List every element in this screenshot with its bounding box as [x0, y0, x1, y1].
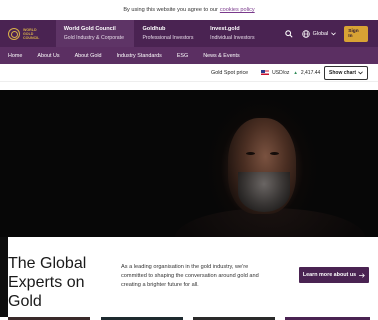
intro-description: As a leading organisation in the gold in… [121, 264, 259, 289]
tab-title: Invest.gold [210, 26, 240, 32]
tab-title: Goldhub [142, 26, 166, 32]
show-chart-label: Show chart [329, 69, 356, 76]
tab-subtitle: Professional Investors [142, 35, 194, 41]
nav-item-about-gold[interactable]: About Gold [75, 53, 102, 59]
chevron-down-icon [331, 31, 337, 35]
nav-item-industry-standards[interactable]: Industry Standards [117, 53, 162, 59]
top-navigation: WORLD GOLD COUNCIL World Gold Council Go… [0, 20, 378, 47]
nav-item-about-us[interactable]: About Us [37, 53, 59, 59]
show-chart-button[interactable]: Show chart [324, 65, 368, 80]
chevron-down-icon [358, 70, 363, 74]
gold-spot-price-label: Gold Spot price [211, 69, 249, 76]
tab-world-gold-council[interactable]: World Gold Council Gold Industry & Corpo… [55, 20, 135, 47]
tab-goldhub[interactable]: Goldhub Professional Investors [134, 20, 202, 47]
region-selector[interactable]: Global [301, 29, 337, 38]
logo-line-3: COUNCIL [23, 35, 40, 40]
cookie-notice-text: By using this website you agree to our [123, 7, 218, 13]
tab-subtitle: Individual Investors [210, 35, 255, 41]
nav-item-news-events[interactable]: News & Events [203, 53, 240, 59]
page-title: The Global Experts on Gold [8, 255, 87, 310]
gold-price-bar: Gold Spot price USD/oz ▲ 2,417.44 Show c… [0, 64, 378, 82]
tab-subtitle: Gold Industry & Corporate [63, 35, 125, 41]
search-icon[interactable] [284, 29, 294, 39]
sign-in-button[interactable]: Sign In [344, 25, 368, 42]
price-currency: USD/oz [272, 69, 290, 76]
tab-title: World Gold Council [63, 26, 116, 32]
logo-line-1: WORLD [23, 27, 37, 32]
learn-more-label: Learn more about us [302, 272, 357, 278]
hero-image [0, 90, 378, 237]
accent-bar [0, 237, 8, 317]
globe-icon [301, 29, 310, 38]
world-gold-council-logo[interactable]: WORLD GOLD COUNCIL [0, 20, 56, 47]
cookies-policy-link[interactable]: cookies policy [220, 7, 255, 13]
gold-price-value: 2,417.44 [300, 69, 321, 76]
learn-more-button[interactable]: Learn more about us [299, 267, 369, 283]
cookie-notice: By using this website you agree to our c… [0, 0, 378, 20]
top-actions: Global Sign In [284, 20, 378, 47]
region-label: Global [312, 30, 329, 37]
nav-item-home[interactable]: Home [8, 53, 22, 59]
tab-invest-gold[interactable]: Invest.gold Individual Investors [202, 20, 284, 47]
logo-mark-icon [8, 27, 20, 40]
us-flag-icon [261, 70, 270, 75]
main-navigation: Home About Us About Gold Industry Standa… [0, 47, 378, 64]
nav-item-esg[interactable]: ESG [177, 53, 188, 59]
arrow-right-icon [359, 272, 365, 278]
trend-up-icon: ▲ [293, 70, 298, 75]
intro-section: The Global Experts on Gold As a leading … [0, 237, 378, 317]
